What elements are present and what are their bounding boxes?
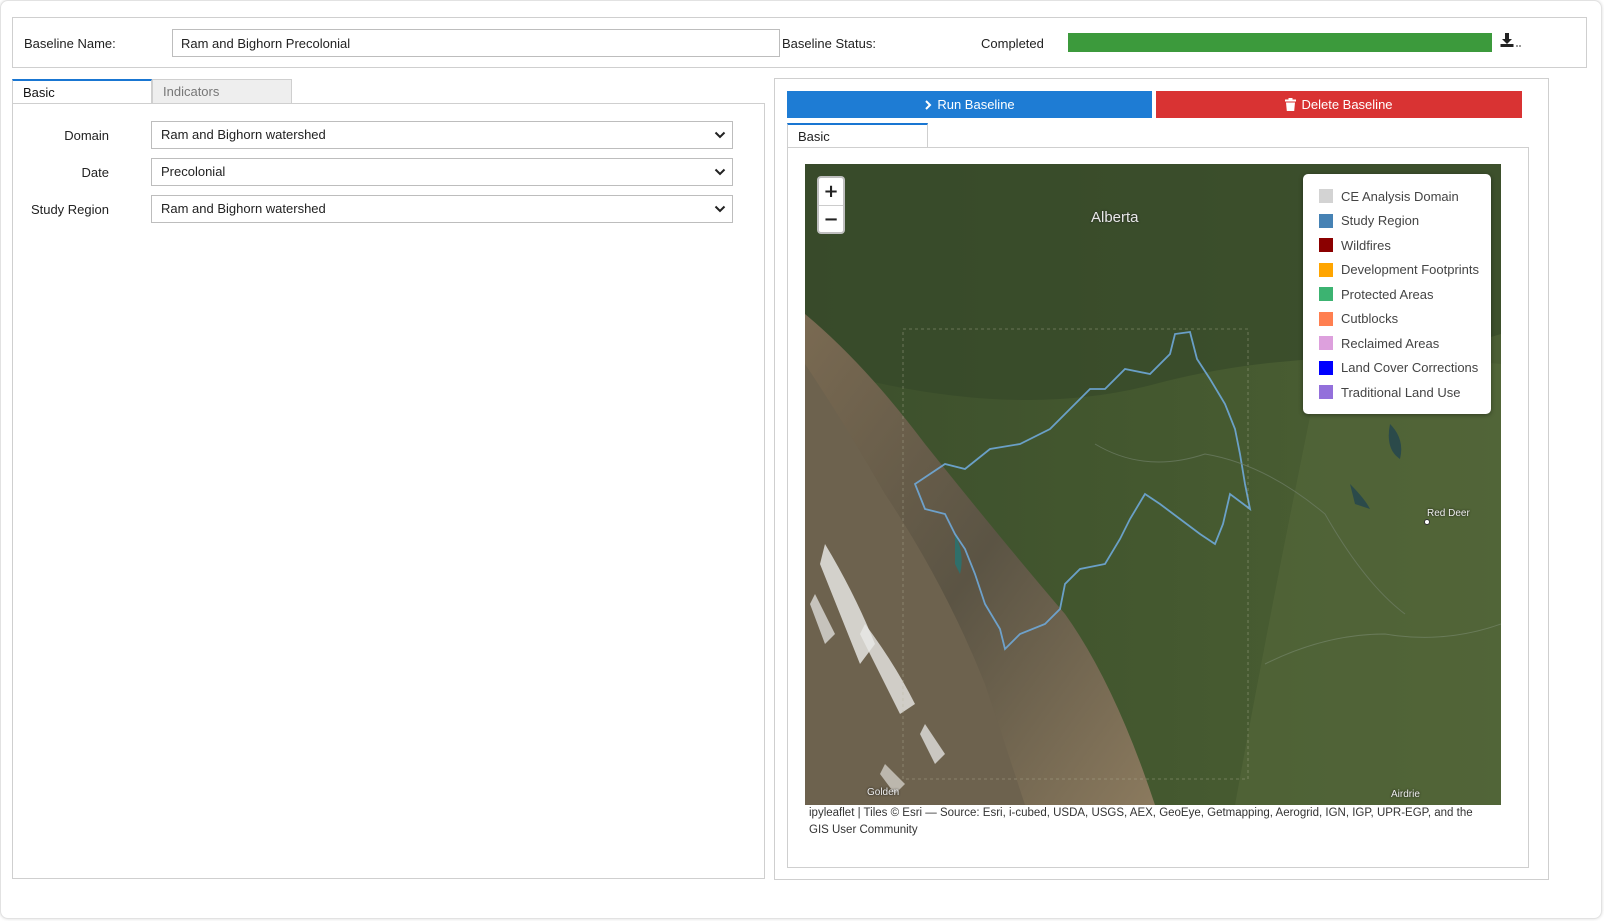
legend-swatch: [1319, 336, 1333, 350]
legend-label: Traditional Land Use: [1341, 384, 1461, 400]
delete-baseline-button[interactable]: Delete Baseline: [1156, 91, 1522, 118]
map-view[interactable]: Alberta Red Deer Golden Airdrie + − CE A…: [805, 164, 1501, 805]
legend-swatch: [1319, 238, 1333, 252]
domain-label: Domain: [64, 128, 109, 143]
domain-select[interactable]: Ram and Bighorn watershed: [151, 121, 733, 149]
legend-swatch: [1319, 287, 1333, 301]
legend-item: Study Region: [1319, 213, 1419, 229]
legend-item: Traditional Land Use: [1319, 384, 1460, 400]
run-baseline-label: Run Baseline: [937, 97, 1015, 112]
study-region-select-value: Ram and Bighorn watershed: [161, 201, 326, 216]
chevron-down-icon: [714, 131, 726, 139]
study-region-select[interactable]: Ram and Bighorn watershed: [151, 195, 733, 223]
zoom-in-button[interactable]: +: [819, 178, 843, 206]
map-label-red-deer: Red Deer: [1427, 508, 1470, 519]
status-text: Completed: [981, 36, 1044, 51]
map-label-airdrie: Airdrie: [1391, 789, 1420, 800]
chevron-down-icon: [714, 205, 726, 213]
legend-item: Protected Areas: [1319, 286, 1434, 302]
baseline-status-label: Baseline Status:: [782, 36, 876, 51]
legend-label: CE Analysis Domain: [1341, 188, 1459, 204]
legend-swatch: [1319, 189, 1333, 203]
zoom-control: + −: [817, 176, 845, 234]
legend-swatch: [1319, 360, 1333, 375]
baseline-name-label: Baseline Name:: [24, 36, 116, 51]
legend-label: Reclaimed Areas: [1341, 335, 1440, 351]
legend-swatch: [1319, 213, 1333, 228]
legend-label: Development Footprints: [1341, 262, 1480, 277]
date-select[interactable]: Precolonial: [151, 158, 733, 186]
map-label-alberta: Alberta: [1091, 209, 1139, 226]
basic-settings-panel: Domain Ram and Bighorn watershed Date Pr…: [12, 103, 765, 879]
status-progress-bar: [1068, 33, 1492, 52]
status-progress-fill: [1068, 33, 1492, 52]
run-baseline-button[interactable]: Run Baseline: [787, 91, 1152, 118]
date-select-value: Precolonial: [161, 164, 226, 179]
legend-label: Protected Areas: [1341, 286, 1434, 302]
map-legend: CE Analysis Domain Study Region Wildfires D…: [1303, 174, 1491, 414]
legend-swatch: [1319, 262, 1333, 277]
domain-select-value: Ram and Bighorn watershed: [161, 127, 326, 142]
chevron-down-icon: [714, 168, 726, 176]
baseline-header: Baseline Name: Baseline Status: Complete…: [12, 17, 1587, 68]
attribution-line-1: ipyleaflet | Tiles © Esri — Source: Esri…: [809, 807, 1473, 819]
legend-label: Study Region: [1341, 213, 1420, 228]
attribution-line-2: GIS User Community: [809, 824, 918, 836]
tab-basic[interactable]: Basic: [12, 79, 152, 104]
map-attribution: ipyleaflet | Tiles © Esri — Source: Esri…: [809, 805, 1509, 839]
download-button[interactable]: [1500, 32, 1530, 54]
legend-item: Reclaimed Areas: [1319, 335, 1439, 351]
delete-baseline-label: Delete Baseline: [1301, 97, 1393, 112]
legend-label: Wildfires: [1341, 237, 1391, 253]
date-label: Date: [81, 165, 109, 180]
download-icon: [1500, 33, 1521, 47]
study-region-label: Study Region: [30, 202, 109, 217]
legend-swatch: [1319, 311, 1333, 326]
legend-item: Development Footprints: [1319, 262, 1479, 278]
legend-label: Cutblocks: [1341, 311, 1399, 326]
baseline-name-input[interactable]: [172, 29, 780, 57]
zoom-out-button[interactable]: −: [819, 206, 843, 233]
tab-indicators[interactable]: Indicators: [152, 79, 292, 104]
legend-item: Cutblocks: [1319, 311, 1398, 327]
legend-item: Land Cover Corrections: [1319, 360, 1478, 376]
map-label-golden: Golden: [867, 787, 900, 798]
chevron-right-icon: [925, 99, 932, 110]
tab-map-basic[interactable]: Basic: [787, 123, 928, 148]
legend-swatch: [1319, 385, 1333, 399]
legend-item: Wildfires: [1319, 237, 1391, 253]
legend-label: Land Cover Corrections: [1341, 360, 1479, 375]
trash-icon: [1285, 98, 1297, 111]
legend-item: CE Analysis Domain: [1319, 188, 1459, 204]
